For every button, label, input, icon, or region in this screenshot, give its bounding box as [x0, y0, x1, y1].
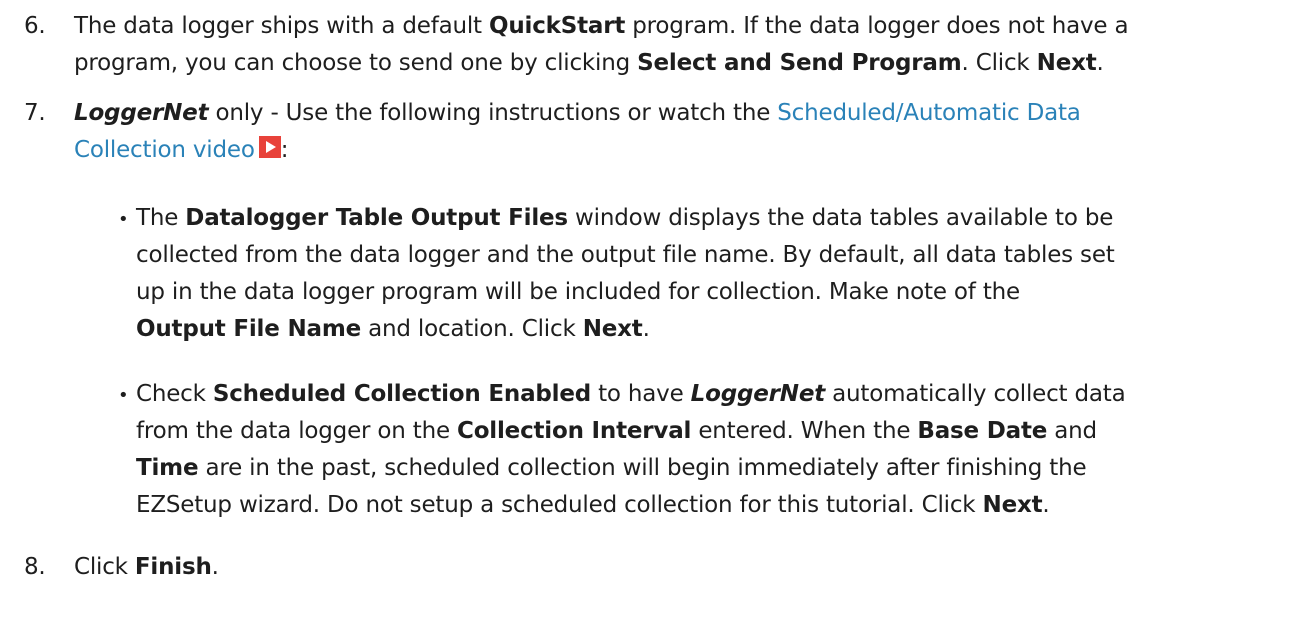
step-number: 8.: [24, 554, 46, 580]
bullet-1-line-3: up in the data logger program will be in…: [136, 279, 1020, 305]
step-7-line-2: Collection video:: [74, 136, 289, 163]
bullet-1-line-2: collected from the data logger and the o…: [136, 242, 1115, 268]
loggernet-label: LoggerNet: [690, 381, 826, 407]
step-8-line-1: Click Finish.: [74, 554, 219, 580]
next-label: Next: [582, 316, 643, 342]
bullet-1-line-4: Output File Name and location. Click Nex…: [136, 316, 650, 342]
scheduled-collection-enabled-label: Scheduled Collection Enabled: [212, 381, 591, 407]
select-send-program-label: Select and Send Program: [637, 50, 962, 76]
datalogger-table-output-files-label: Datalogger Table Output Files: [185, 205, 568, 231]
bullet-dot: •: [118, 209, 129, 230]
play-icon[interactable]: [258, 136, 281, 158]
step-6-line-1: The data logger ships with a default Qui…: [74, 13, 1129, 39]
step-7-line-1: LoggerNet only - Use the following instr…: [74, 100, 1081, 126]
next-label: Next: [982, 492, 1043, 518]
time-label: Time: [136, 455, 199, 481]
bullet-1-line-1: The Datalogger Table Output Files window…: [136, 205, 1114, 231]
scheduled-collection-video-link[interactable]: Scheduled/Automatic Data: [777, 100, 1081, 126]
finish-label: Finish: [134, 554, 212, 580]
bullet-2-line-3: Time are in the past, scheduled collecti…: [136, 455, 1087, 481]
bullet-2-line-1: Check Scheduled Collection Enabled to ha…: [136, 381, 1126, 407]
step-number: 6.: [24, 13, 46, 39]
scheduled-collection-video-link-cont[interactable]: Collection video: [74, 137, 255, 163]
bullet-2-line-4: EZSetup wizard. Do not setup a scheduled…: [136, 492, 1050, 518]
quickstart-label: QuickStart: [488, 13, 626, 39]
step-6-line-2: program, you can choose to send one by c…: [74, 50, 1104, 76]
loggernet-label: LoggerNet: [74, 100, 209, 126]
step-number: 7.: [24, 100, 46, 126]
collection-interval-label: Collection Interval: [457, 418, 692, 444]
document-page: 6. The data logger ships with a default …: [0, 0, 1300, 627]
next-label: Next: [1036, 50, 1097, 76]
output-file-name-label: Output File Name: [136, 316, 361, 342]
bullet-2-line-2: from the data logger on the Collection I…: [136, 418, 1097, 444]
base-date-label: Base Date: [917, 418, 1048, 444]
bullet-dot: •: [118, 385, 129, 406]
